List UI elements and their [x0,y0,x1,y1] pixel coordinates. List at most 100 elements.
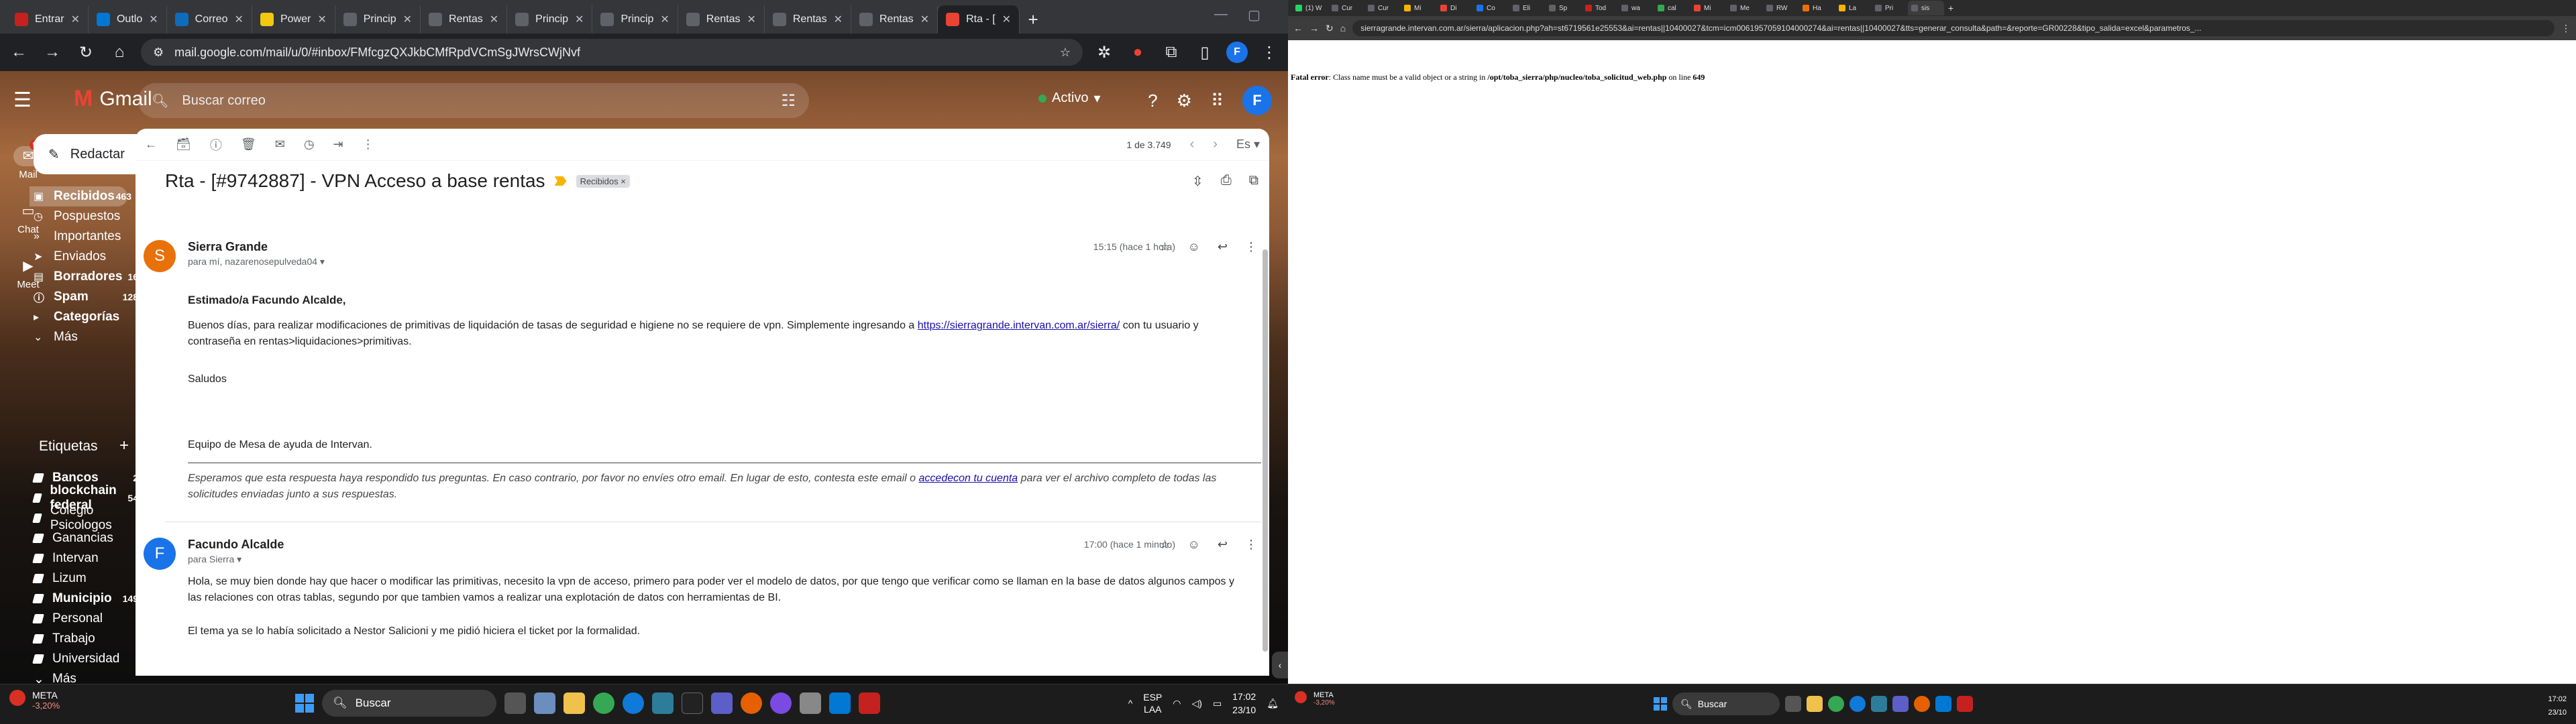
nav-item[interactable]: ▤ Borradores 16 [34,267,138,287]
task-view-icon[interactable] [1785,696,1801,712]
browser-tab[interactable]: Co [1473,1,1509,15]
move-to-icon[interactable]: ⇥ [333,137,343,152]
browser-tab[interactable]: Tod [1582,1,1618,15]
sidepanel-icon[interactable]: ▯ [1193,40,1217,64]
close-tab-icon[interactable]: ✕ [490,13,498,26]
label-item[interactable]: Lizum [32,568,134,589]
compose-button[interactable]: ✎ Redactar [34,134,148,174]
clock[interactable]: 17:02 23/10 [2548,692,2567,719]
close-tab-icon[interactable]: ✕ [920,13,929,26]
firefox-icon[interactable] [741,692,762,714]
back-icon[interactable]: ← [7,40,31,64]
browser-tab[interactable]: Eli [1509,1,1546,15]
maximize-icon[interactable]: ▢ [1248,7,1260,23]
browser-tab[interactable]: Cur [1364,1,1401,15]
reload-icon[interactable]: ↻ [1326,23,1334,34]
browser-tab[interactable]: Ha [1799,1,1835,15]
more-vert-icon[interactable]: ⋮ [362,137,374,152]
label-item[interactable]: Universidad [32,649,134,669]
edge-icon[interactable] [623,692,644,714]
label-item[interactable]: Ganancias [32,528,134,548]
side-panel-toggle-icon[interactable]: ‹ [1272,652,1288,678]
nav-item[interactable]: ▸ Categorías [34,307,134,327]
search-filters-icon[interactable]: ☷ [781,91,796,111]
close-tab-icon[interactable]: ✕ [235,13,244,26]
browser-tab[interactable]: Princip ✕ [335,5,421,34]
label-item[interactable]: Trabajo [32,629,134,649]
app-icon[interactable] [652,692,674,714]
account-avatar[interactable]: F [1242,86,1272,115]
recipients-toggle[interactable]: para Sierra ▾ [188,554,241,565]
language-selector[interactable]: Es ▾ [1236,137,1260,152]
forward-icon[interactable]: → [40,40,64,64]
close-tab-icon[interactable]: ✕ [575,13,584,26]
status-selector[interactable]: Activo ▾ [1038,90,1101,107]
browser-tab[interactable]: Princip ✕ [507,5,593,34]
close-tab-icon[interactable]: ✕ [1002,13,1011,26]
minimize-icon[interactable]: — [1214,7,1228,22]
chrome-icon[interactable] [1828,696,1844,712]
sender-avatar[interactable]: S [144,240,176,272]
browser-tab[interactable]: Outlo ✕ [89,5,167,34]
home-icon[interactable]: ⌂ [107,40,131,64]
emoji-react-icon[interactable]: ☺ [1188,240,1200,254]
widgets-button[interactable]: META -3,20% [9,690,60,711]
close-tab-icon[interactable]: ✕ [149,13,158,26]
mail-search[interactable]: 🔍︎ Buscar correo ☷ [138,83,809,118]
file-explorer-icon[interactable] [564,692,585,714]
browser-tab[interactable]: Rentas ✕ [678,5,765,34]
bookmark-star-icon[interactable]: ☆ [1060,46,1071,60]
collapse-all-icon[interactable]: ⇳ [1192,173,1203,190]
mark-unread-icon[interactable]: ✉ [275,137,285,152]
task-view-icon[interactable] [504,692,526,714]
browser-tab[interactable]: Mi [1690,1,1727,15]
wifi-icon[interactable]: ◠ [1173,698,1181,709]
browser-tab[interactable]: Sp [1546,1,1582,15]
search-icon[interactable]: 🔍︎ [152,93,168,109]
label-item[interactable]: Intervan [32,548,134,568]
extensions-puzzle-icon[interactable]: ⧉ [1159,40,1183,64]
print-icon[interactable]: ⎙ [1221,173,1232,190]
message-scrollbar[interactable] [1263,249,1268,652]
battery-icon[interactable]: ▭ [1213,698,1222,709]
sender-avatar[interactable]: F [144,538,176,570]
prev-message-icon[interactable]: ‹ [1190,137,1195,152]
settings-gear-icon[interactable]: ⚙ [1177,90,1192,111]
vscode-icon[interactable] [1935,696,1951,712]
more-vert-icon[interactable]: ⋮ [1245,538,1257,552]
apps-grid-icon[interactable]: ⠿ [1211,90,1224,111]
notifications-bell-icon[interactable]: 🔔︎ [1267,698,1279,709]
sierragrande-link[interactable]: https://sierragrande.intervan.com.ar/sie… [918,320,1120,331]
back-icon[interactable]: ← [1293,23,1303,34]
teams-icon[interactable] [1892,696,1909,712]
browser-tab[interactable]: Me [1727,1,1763,15]
close-tab-icon[interactable]: ✕ [317,13,326,26]
browser-menu-icon[interactable]: ⋮ [2561,23,2571,34]
close-tab-icon[interactable]: ✕ [403,13,412,26]
important-marker-icon[interactable] [554,176,567,186]
tray-overflow-icon[interactable]: ^ [1128,698,1133,709]
account-access-link[interactable]: accedecon tu cuenta [919,473,1018,484]
address-bar[interactable]: sierragrande.intervan.com.ar/sierra/apli… [1352,20,2555,36]
start-windows-icon[interactable] [295,694,314,713]
chrome-icon[interactable] [593,692,614,714]
nav-item[interactable]: ▣ Recibidos 463 [30,186,131,206]
help-icon[interactable]: ? [1148,90,1157,111]
vscode-icon[interactable] [829,692,851,714]
snooze-icon[interactable]: ◷ [304,137,315,152]
inbox-label-chip[interactable]: Recibidos × [576,174,630,188]
label-item[interactable]: Municipio 149 [32,589,138,609]
file-explorer-icon[interactable] [1807,696,1823,712]
close-tab-icon[interactable]: ✕ [747,13,755,26]
browser-tab[interactable]: La [1835,1,1872,15]
notion-icon[interactable] [682,692,703,714]
emoji-react-icon[interactable]: ☺ [1188,538,1200,552]
main-menu-icon[interactable]: ☰ [13,88,32,112]
browser-tab[interactable]: (1) W [1292,1,1328,15]
browser-tab[interactable]: Correo ✕ [167,5,252,34]
taskbar-search[interactable]: 🔍︎ Buscar [322,690,496,717]
clock[interactable]: 17:02 23/10 [1232,690,1256,717]
app-icon[interactable] [1871,696,1887,712]
more-vert-icon[interactable]: ⋮ [1245,240,1257,254]
address-bar[interactable]: ⚙ mail.google.com/mail/u/0/#inbox/FMfcgz… [141,39,1083,66]
